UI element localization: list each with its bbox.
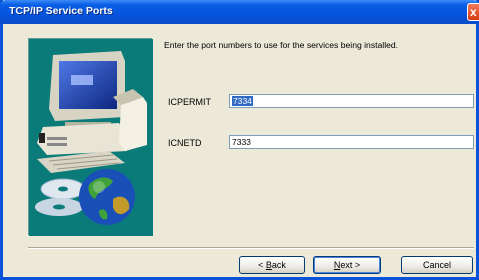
icnetd-port-value: 7333: [232, 137, 251, 147]
window-title: TCP/IP Service Ports: [9, 5, 113, 17]
installer-dialog: TCP/IP Service Ports x Enter the port nu…: [0, 0, 479, 280]
icnetd-label: ICNETD: [168, 138, 202, 148]
instruction-text: Enter the port numbers to use for the se…: [164, 40, 399, 50]
globe: [79, 169, 135, 225]
next-button[interactable]: Next >: [313, 256, 381, 274]
icpermit-port-field[interactable]: 7334: [229, 94, 474, 108]
icpermit-port-value: 7334: [232, 96, 253, 106]
button-divider: [28, 247, 474, 249]
title-bar: TCP/IP Service Ports x: [0, 0, 479, 24]
dialog-body: Enter the port numbers to use for the se…: [3, 24, 476, 277]
setup-illustration: [28, 38, 153, 236]
close-button[interactable]: x: [467, 3, 479, 21]
icnetd-port-field[interactable]: 7333: [229, 135, 474, 149]
back-button[interactable]: < Back: [239, 256, 305, 274]
close-icon: x: [470, 5, 477, 19]
cancel-button[interactable]: Cancel: [401, 256, 473, 274]
icpermit-label: ICPERMIT: [168, 97, 212, 107]
computer-illustration: [29, 39, 153, 236]
